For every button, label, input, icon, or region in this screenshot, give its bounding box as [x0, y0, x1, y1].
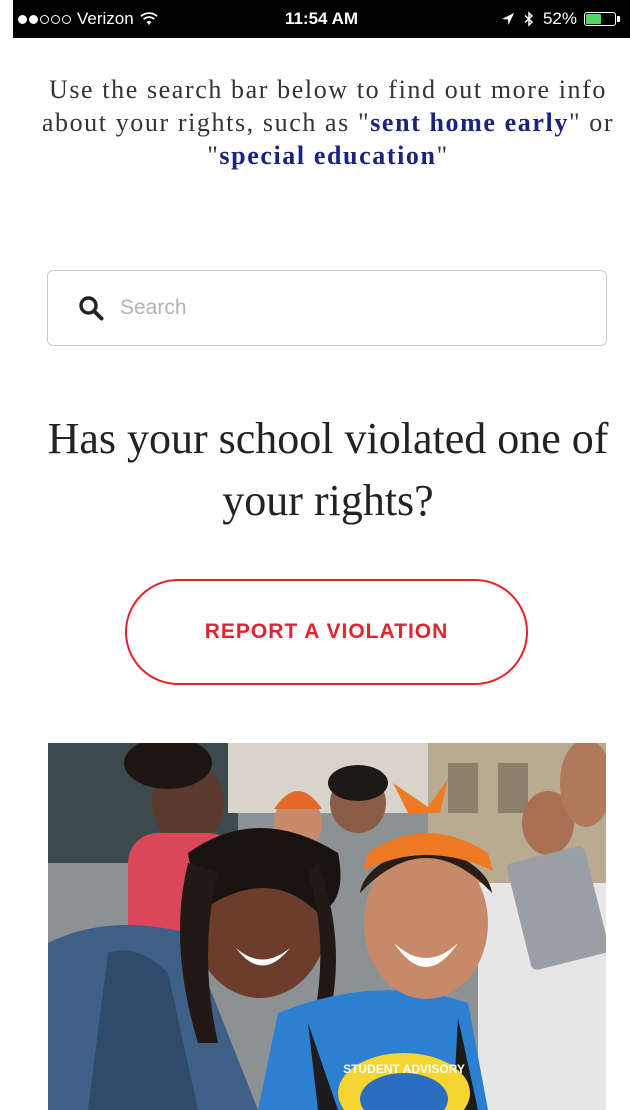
quote-mark: " — [568, 108, 582, 137]
students-photo: STUDENT ADVISORY — [48, 743, 606, 1110]
search-bar[interactable] — [47, 270, 607, 346]
quote-mark: " — [207, 141, 220, 170]
status-bar: Verizon 11:54 AM 52% — [13, 0, 630, 38]
example-keyword-sent-home-early[interactable]: sent home early — [370, 108, 569, 137]
quote-mark: " — [358, 108, 371, 137]
battery-percent: 52% — [542, 9, 577, 28]
violation-question-heading: Has your school violated one of your rig… — [47, 414, 609, 525]
intro-connector: or — [581, 108, 615, 137]
location-arrow-icon — [501, 13, 514, 25]
example-keyword-special-education[interactable]: special education — [219, 141, 436, 170]
search-intro-text: Use the search bar below to find out mor… — [40, 73, 616, 172]
search-input[interactable] — [120, 296, 590, 320]
students-photo-image: STUDENT ADVISORY — [48, 743, 606, 1110]
battery-icon — [584, 11, 624, 27]
search-icon — [79, 296, 104, 321]
report-violation-button[interactable]: REPORT A VIOLATION — [125, 579, 528, 685]
bluetooth-icon — [524, 11, 534, 27]
status-icons: 52% — [501, 9, 624, 29]
battery-level — [586, 14, 601, 24]
quote-mark: " — [436, 141, 449, 170]
shirt-text: STUDENT ADVISORY — [343, 1062, 465, 1076]
